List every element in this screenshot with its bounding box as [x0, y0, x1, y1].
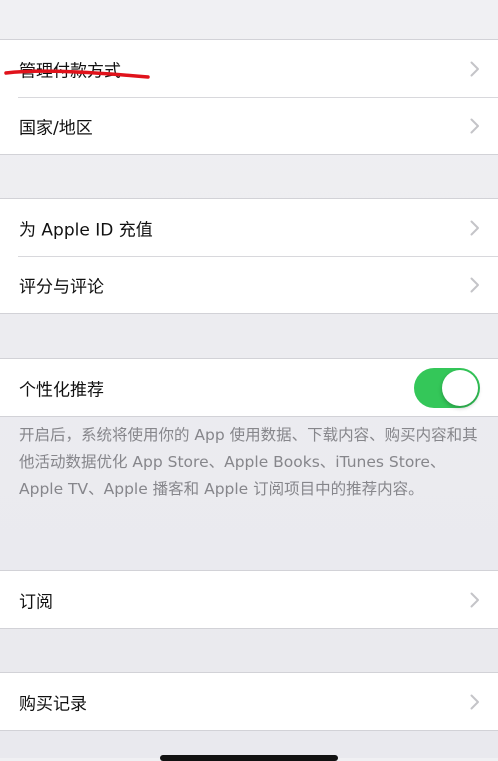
purchase-history-row[interactable]: 购买记录 [0, 673, 498, 730]
purchase-history-label: 购买记录 [19, 694, 87, 714]
purchase-history-group: 购买记录 [0, 672, 498, 731]
subscriptions-group: 订阅 [0, 570, 498, 629]
country-region-row[interactable]: 国家/地区 [0, 97, 498, 154]
apple-id-group: 为 Apple ID 充值 评分与评论 [0, 198, 498, 314]
home-indicator[interactable] [160, 755, 338, 761]
chevron-right-icon [470, 277, 480, 293]
add-funds-label: 为 Apple ID 充值 [19, 220, 153, 240]
add-funds-row[interactable]: 为 Apple ID 充值 [0, 199, 498, 256]
personalized-recommendations-row: 个性化推荐 [0, 359, 498, 416]
chevron-right-icon [470, 592, 480, 608]
country-region-label: 国家/地区 [19, 118, 93, 138]
personalization-group: 个性化推荐 [0, 358, 498, 417]
ratings-reviews-label: 评分与评论 [19, 277, 104, 297]
chevron-right-icon [470, 694, 480, 710]
chevron-right-icon [470, 220, 480, 236]
subscriptions-label: 订阅 [19, 592, 53, 612]
chevron-right-icon [470, 61, 480, 77]
personalization-footnote: 开启后，系统将使用你的 App 使用数据、下载内容、购买内容和其他活动数据优化 … [19, 426, 478, 498]
account-settings-group: 管理付款方式 国家/地区 [0, 39, 498, 155]
manage-payment-methods-row[interactable]: 管理付款方式 [0, 40, 498, 97]
chevron-right-icon [470, 118, 480, 134]
personalized-recommendations-toggle[interactable] [414, 367, 480, 408]
manage-payment-methods-label: 管理付款方式 [19, 61, 121, 81]
toggle-knob [442, 369, 478, 406]
ratings-reviews-row[interactable]: 评分与评论 [0, 256, 498, 313]
personalized-recommendations-label: 个性化推荐 [19, 380, 104, 400]
subscriptions-row[interactable]: 订阅 [0, 571, 498, 628]
